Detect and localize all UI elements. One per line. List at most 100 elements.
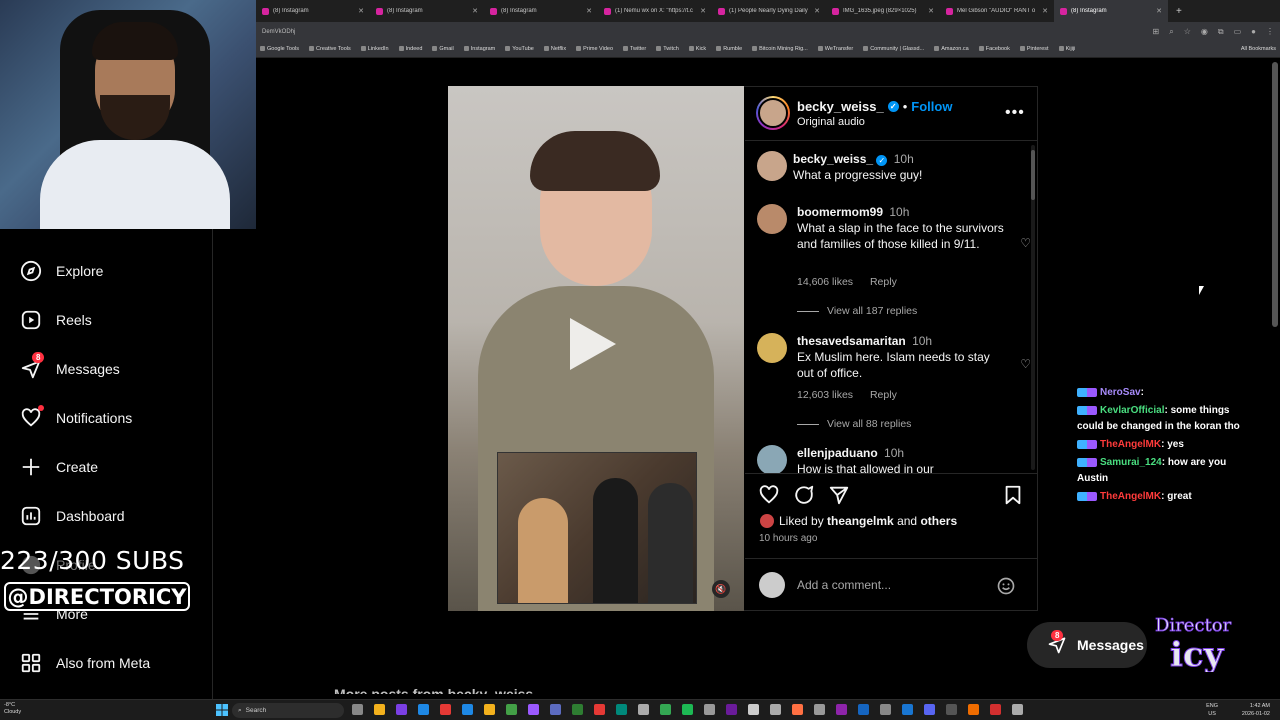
taskbar-app-icon[interactable] xyxy=(418,704,429,715)
browser-tab[interactable]: (8) Instagram ✕ xyxy=(256,0,370,22)
taskbar-app-icon[interactable] xyxy=(528,704,539,715)
windows-start-icon[interactable] xyxy=(216,704,228,716)
browser-tab[interactable]: (8) Instagram ✕ xyxy=(1054,0,1168,22)
bookmark-item[interactable]: YouTube xyxy=(505,46,534,52)
liked-by-user[interactable]: theangelmk xyxy=(827,514,894,528)
extensions-icon[interactable]: ⊞ xyxy=(1153,27,1160,36)
bookmark-item[interactable]: Twitter xyxy=(623,46,646,52)
bookmark-item[interactable]: Amazon.ca xyxy=(934,46,969,52)
browser-tab[interactable]: (8) Instagram ✕ xyxy=(484,0,598,22)
profile-avatar-icon[interactable]: ● xyxy=(1251,27,1256,36)
taskbar-app-icon[interactable] xyxy=(484,704,495,715)
taskbar-app-icon[interactable] xyxy=(638,704,649,715)
avatar[interactable] xyxy=(757,204,787,234)
original-audio-link[interactable]: Original audio xyxy=(797,116,865,128)
bookmark-item[interactable]: Kijiji xyxy=(1058,46,1075,52)
taskbar-app-icon[interactable] xyxy=(682,704,693,715)
puzzle-icon[interactable]: ⧉ xyxy=(1218,27,1224,37)
taskbar-app-icon[interactable] xyxy=(814,704,825,715)
bookmark-item[interactable]: Bitcoin Mining Rig... xyxy=(752,46,808,52)
all-bookmarks-button[interactable]: All Bookmarks xyxy=(1241,46,1276,52)
close-tab-icon[interactable]: ✕ xyxy=(586,7,592,15)
sidepanel-icon[interactable]: ▭ xyxy=(1234,27,1242,36)
messages-floating-button[interactable]: 8 Messages xyxy=(1027,622,1147,668)
more-options-icon[interactable]: ••• xyxy=(1005,104,1025,122)
taskbar-app-icon[interactable] xyxy=(792,704,803,715)
taskbar-app-icon[interactable] xyxy=(506,704,517,715)
comment-reply-button[interactable]: Reply xyxy=(870,276,897,288)
bookmark-item[interactable]: Creative Tools xyxy=(309,46,351,52)
browser-tab[interactable]: IMG_1635.jpeg (829×1025) ✕ xyxy=(826,0,940,22)
comment-icon[interactable] xyxy=(793,484,815,506)
comment-likes[interactable]: 12,603 likes xyxy=(797,389,853,401)
close-tab-icon[interactable]: ✕ xyxy=(700,7,706,15)
taskbar-app-icon[interactable] xyxy=(748,704,759,715)
browser-menu-icon[interactable]: ⋮ xyxy=(1266,27,1274,36)
weather-widget[interactable]: -8°C Cloudy xyxy=(4,702,21,716)
bookmark-item[interactable]: Pinterest xyxy=(1019,46,1049,52)
address-bar[interactable]: DemVkODhj ⊞ ⌕ ☆ ◉ ⧉ ▭ ● ⋮ xyxy=(256,22,1280,41)
taskbar-app-icon[interactable] xyxy=(726,704,737,715)
sidebar-item-explore[interactable]: Explore xyxy=(20,260,103,282)
view-replies-button[interactable]: View all 88 replies xyxy=(797,418,911,430)
view-replies-button[interactable]: View all 187 replies xyxy=(797,305,917,317)
taskbar-app-icon[interactable] xyxy=(396,704,407,715)
avatar[interactable] xyxy=(757,333,787,363)
zoom-icon[interactable]: ⌕ xyxy=(1169,27,1173,37)
bookmark-item[interactable]: Rumble xyxy=(716,46,742,52)
bookmark-item[interactable]: Instagram xyxy=(463,46,495,52)
taskbar-app-icon[interactable] xyxy=(352,704,363,715)
sidebar-item-dashboard[interactable]: Dashboard xyxy=(20,505,125,527)
mute-icon[interactable]: 🔇 xyxy=(712,580,730,598)
taskbar-app-icon[interactable] xyxy=(572,704,583,715)
comment-username[interactable]: becky_weiss_ xyxy=(793,152,873,166)
bookmark-item[interactable]: Indeed xyxy=(398,46,422,52)
play-icon[interactable] xyxy=(570,318,616,370)
taskbar-app-icon[interactable] xyxy=(660,704,671,715)
taskbar-clock[interactable]: 1:42 AM 2026-01-02 xyxy=(1242,702,1270,718)
taskbar-app-icon[interactable] xyxy=(968,704,979,715)
taskbar-app-icon[interactable] xyxy=(858,704,869,715)
taskbar-app-icon[interactable] xyxy=(770,704,781,715)
post-author-username[interactable]: becky_weiss_ xyxy=(797,99,884,114)
taskbar-app-icon[interactable] xyxy=(616,704,627,715)
bookmark-item[interactable]: Google Tools xyxy=(260,46,299,52)
comment-likes[interactable]: 14,606 likes xyxy=(797,276,853,288)
sidebar-item-messages[interactable]: 8 Messages xyxy=(20,352,120,380)
close-tab-icon[interactable]: ✕ xyxy=(928,7,934,15)
sidebar-item-notifications[interactable]: Notifications xyxy=(20,405,132,429)
avatar[interactable] xyxy=(757,445,787,473)
page-scrollbar[interactable] xyxy=(1272,62,1278,327)
liked-by-avatar[interactable] xyxy=(760,514,774,528)
like-icon[interactable] xyxy=(758,484,780,506)
bookmark-item[interactable]: WeTransfer xyxy=(817,46,853,52)
follow-button[interactable]: Follow xyxy=(911,99,952,114)
taskbar-app-icon[interactable] xyxy=(374,704,385,715)
browser-tab[interactable]: (1) Nemu wx on X: "https://t.c ✕ xyxy=(598,0,712,22)
comment-like-icon[interactable]: ♡ xyxy=(1020,357,1031,371)
new-tab-button[interactable]: + xyxy=(1176,6,1182,17)
comment-username[interactable]: thesavedsamaritan xyxy=(797,334,906,348)
bookmark-item[interactable]: Kick xyxy=(688,46,706,52)
taskbar-app-icon[interactable] xyxy=(946,704,957,715)
comment-reply-button[interactable]: Reply xyxy=(870,389,897,401)
bookmark-item[interactable]: Gmail xyxy=(432,46,454,52)
taskbar-app-icon[interactable] xyxy=(550,704,561,715)
close-tab-icon[interactable]: ✕ xyxy=(1042,7,1048,15)
taskbar-app-icon[interactable] xyxy=(880,704,891,715)
language-indicator[interactable]: ENG US xyxy=(1206,702,1218,718)
browser-tab[interactable]: Mel Gibson "AUDIO" RANT o ✕ xyxy=(940,0,1054,22)
emoji-icon[interactable] xyxy=(996,576,1016,596)
browser-tab[interactable]: (1) People Nearly Dying Daily ✕ xyxy=(712,0,826,22)
taskbar-app-icon[interactable] xyxy=(902,704,913,715)
taskbar-app-icon[interactable] xyxy=(440,704,451,715)
bookmark-item[interactable]: Prime Video xyxy=(576,46,613,52)
taskbar-app-icon[interactable] xyxy=(836,704,847,715)
taskbar-app-icon[interactable] xyxy=(990,704,1001,715)
comment-username[interactable]: boomermom99 xyxy=(797,205,883,219)
taskbar-search[interactable]: ⌕ Search xyxy=(232,703,344,718)
liked-by-others[interactable]: others xyxy=(920,514,957,528)
bookmark-item[interactable]: Twitch xyxy=(656,46,679,52)
browser-tab[interactable]: (8) Instagram ✕ xyxy=(370,0,484,22)
taskbar-app-icon[interactable] xyxy=(924,704,935,715)
